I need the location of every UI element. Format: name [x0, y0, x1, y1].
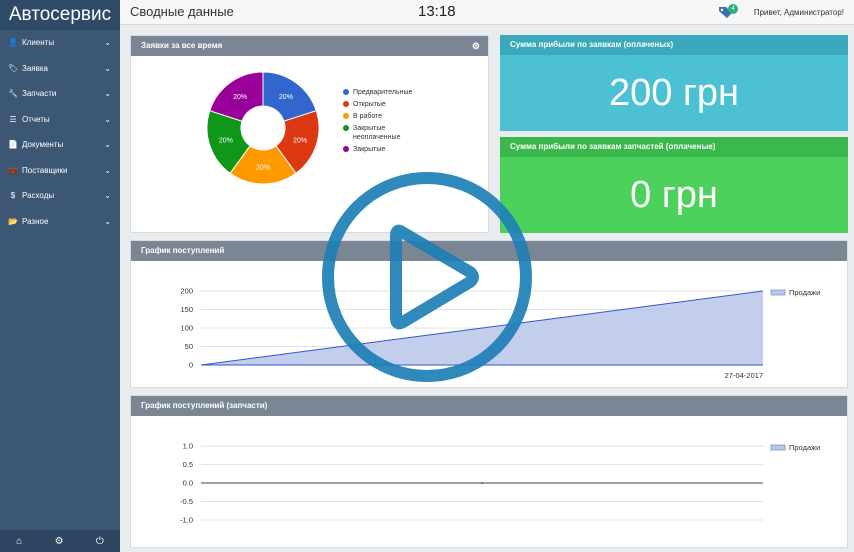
legend-label: В работе [353, 113, 383, 120]
panel-title: График поступлений [141, 246, 225, 255]
sidebar-item-label: Запчасти [22, 89, 57, 98]
sidebar-item-4[interactable]: 📄 Документы ⌄ [0, 132, 120, 158]
legend-label: Закрытые [353, 146, 386, 153]
legend-entry[interactable]: Закрытые [343, 145, 423, 154]
pie-legend: Предварительные Открытые В работе Закрытые … [343, 88, 423, 157]
sidebar-item-1[interactable]: 🏷 Заявка ⌄ [0, 56, 120, 82]
chevron-down-icon[interactable]: ⌄ [104, 81, 111, 107]
pie-data-label: 20% [279, 94, 293, 101]
document-icon: 📄 [8, 140, 18, 149]
sidebar-footer: ⌂ ⚙ ⏻ [0, 530, 120, 552]
sidebar-item-label: Расходы [22, 191, 55, 200]
parts-profit-value: 0 грн [630, 174, 718, 216]
power-icon[interactable]: ⏻ [96, 536, 104, 547]
profit-value: 200 грн [609, 72, 739, 114]
pie-data-label: 20% [293, 138, 307, 145]
y-tick-label: 150 [180, 305, 193, 314]
data-point[interactable] [481, 482, 483, 484]
sidebar-item-3[interactable]: ☰ Отчеты ⌄ [0, 107, 120, 133]
briefcase-icon: 💼 [8, 165, 18, 175]
y-tick-label: -1.0 [180, 516, 193, 525]
chevron-down-icon[interactable]: ⌄ [104, 183, 111, 209]
sidebar-item-6[interactable]: $ Расходы ⌄ [0, 183, 120, 209]
chevron-down-icon[interactable]: ⌄ [104, 107, 111, 133]
sidebar-nav: 👤 Клиенты ⌄ 🏷 Заявка ⌄ 🔧 Запчасти ⌄ ☰ Отчеты ⌄ 📄 Доку… [0, 30, 120, 234]
panel-header: График поступлений (запчасти) [131, 396, 847, 416]
profit-panel: Сумма прибыли по заявкам (оплаченых) 200… [500, 35, 848, 131]
chevron-down-icon[interactable]: ⌄ [104, 30, 111, 56]
sidebar-item-2[interactable]: 🔧 Запчасти ⌄ [0, 81, 120, 107]
y-tick-label: 50 [185, 342, 193, 351]
legend-entry[interactable]: Предварительные [343, 88, 423, 97]
folder-icon: 📂 [8, 216, 18, 226]
gear-icon[interactable]: ⚙ [472, 36, 480, 56]
legend-swatch [343, 125, 349, 131]
sidebar-item-label: Разное [22, 216, 49, 226]
parts-income-line-chart: -1.0 -0.5 0.0 0.5 1.0 Продажи [180, 442, 820, 525]
play-video-icon[interactable] [318, 170, 536, 384]
page-title: Сводные данные [130, 4, 234, 19]
chevron-down-icon[interactable]: ⌄ [104, 209, 111, 235]
pie-data-label: 20% [219, 138, 233, 145]
sidebar-item-5[interactable]: 💼 Поставщики ⌄ [0, 158, 120, 184]
sidebar-item-label: Клиенты [22, 38, 55, 47]
dollar-icon: $ [10, 191, 16, 200]
chevron-down-icon[interactable]: ⌄ [104, 158, 111, 184]
chevron-down-icon[interactable]: ⌄ [104, 132, 111, 158]
legend-label: Предварительные [353, 89, 413, 96]
top-header: Сводные данные 13:18 4 Привет, Администр… [120, 0, 854, 25]
panel-title: Заявки за все время [141, 41, 223, 50]
gear-icon[interactable]: ⚙ [55, 536, 64, 547]
y-tick-label: 100 [180, 324, 193, 333]
y-tick-label: 0.0 [183, 479, 193, 488]
panel-title: График поступлений (запчасти) [141, 401, 268, 410]
profit-title: Сумма прибыли по заявкам (оплаченых) [500, 35, 848, 55]
legend-label: Закрытые неоплаченные [353, 125, 401, 141]
parts-profit-panel: Сумма прибыли по заявкам запчастей (опла… [500, 137, 848, 233]
user-icon: 👤 [8, 38, 18, 47]
y-tick-label: -0.5 [180, 497, 193, 506]
legend-swatch [770, 289, 786, 296]
legend-label[interactable]: Продажи [789, 443, 820, 452]
sidebar-item-label: Документы [22, 140, 64, 149]
sidebar: Автосервис 👤 Клиенты ⌄ 🏷 Заявка ⌄ 🔧 Запчасти ⌄ ☰ О… [0, 0, 120, 552]
y-tick-label: 200 [180, 287, 193, 296]
x-tick-label: 27-04-2017 [725, 371, 763, 380]
legend-label: Открытые [353, 101, 386, 108]
brand-logo[interactable]: Автосервис [0, 0, 120, 30]
legend-entry[interactable]: Открытые [343, 100, 423, 109]
y-tick-label: 0.5 [183, 460, 193, 469]
pie-data-label: 20% [233, 94, 247, 101]
sidebar-item-0[interactable]: 👤 Клиенты ⌄ [0, 30, 120, 56]
legend-swatch [770, 444, 786, 451]
sidebar-item-7[interactable]: 📂 Разное ⌄ [0, 209, 120, 235]
chevron-down-icon[interactable]: ⌄ [104, 56, 111, 82]
legend-label[interactable]: Продажи [789, 288, 820, 297]
user-greeting[interactable]: Привет, Администратор! [754, 8, 844, 17]
panel-header: Заявки за все время ⚙ [131, 36, 488, 56]
parts-income-chart-panel: График поступлений (запчасти) -1.0 -0.5 0.… [130, 395, 848, 548]
legend-swatch [343, 146, 349, 152]
sidebar-item-label: Заявка [22, 63, 48, 73]
pie-data-label: 20% [256, 165, 270, 172]
legend-swatch [343, 89, 349, 95]
home-icon[interactable]: ⌂ [16, 536, 22, 547]
legend-swatch [343, 113, 349, 119]
sidebar-item-label: Отчеты [22, 114, 50, 124]
wrench-icon: 🔧 [8, 89, 18, 98]
notification-badge[interactable]: 4 [728, 4, 738, 14]
legend-entry[interactable]: Закрытые неоплаченные [343, 124, 423, 142]
list-icon: ☰ [9, 114, 17, 124]
y-tick-label: 1.0 [183, 442, 193, 451]
tag-icon: 🏷 [8, 63, 19, 73]
parts-profit-title: Сумма прибыли по заявкам запчастей (опла… [500, 137, 848, 157]
legend-entry[interactable]: В работе [343, 112, 423, 121]
sidebar-item-label: Поставщики [22, 165, 68, 175]
legend-swatch [343, 101, 349, 107]
clock: 13:18 [418, 3, 456, 20]
y-tick-label: 0 [189, 361, 193, 370]
